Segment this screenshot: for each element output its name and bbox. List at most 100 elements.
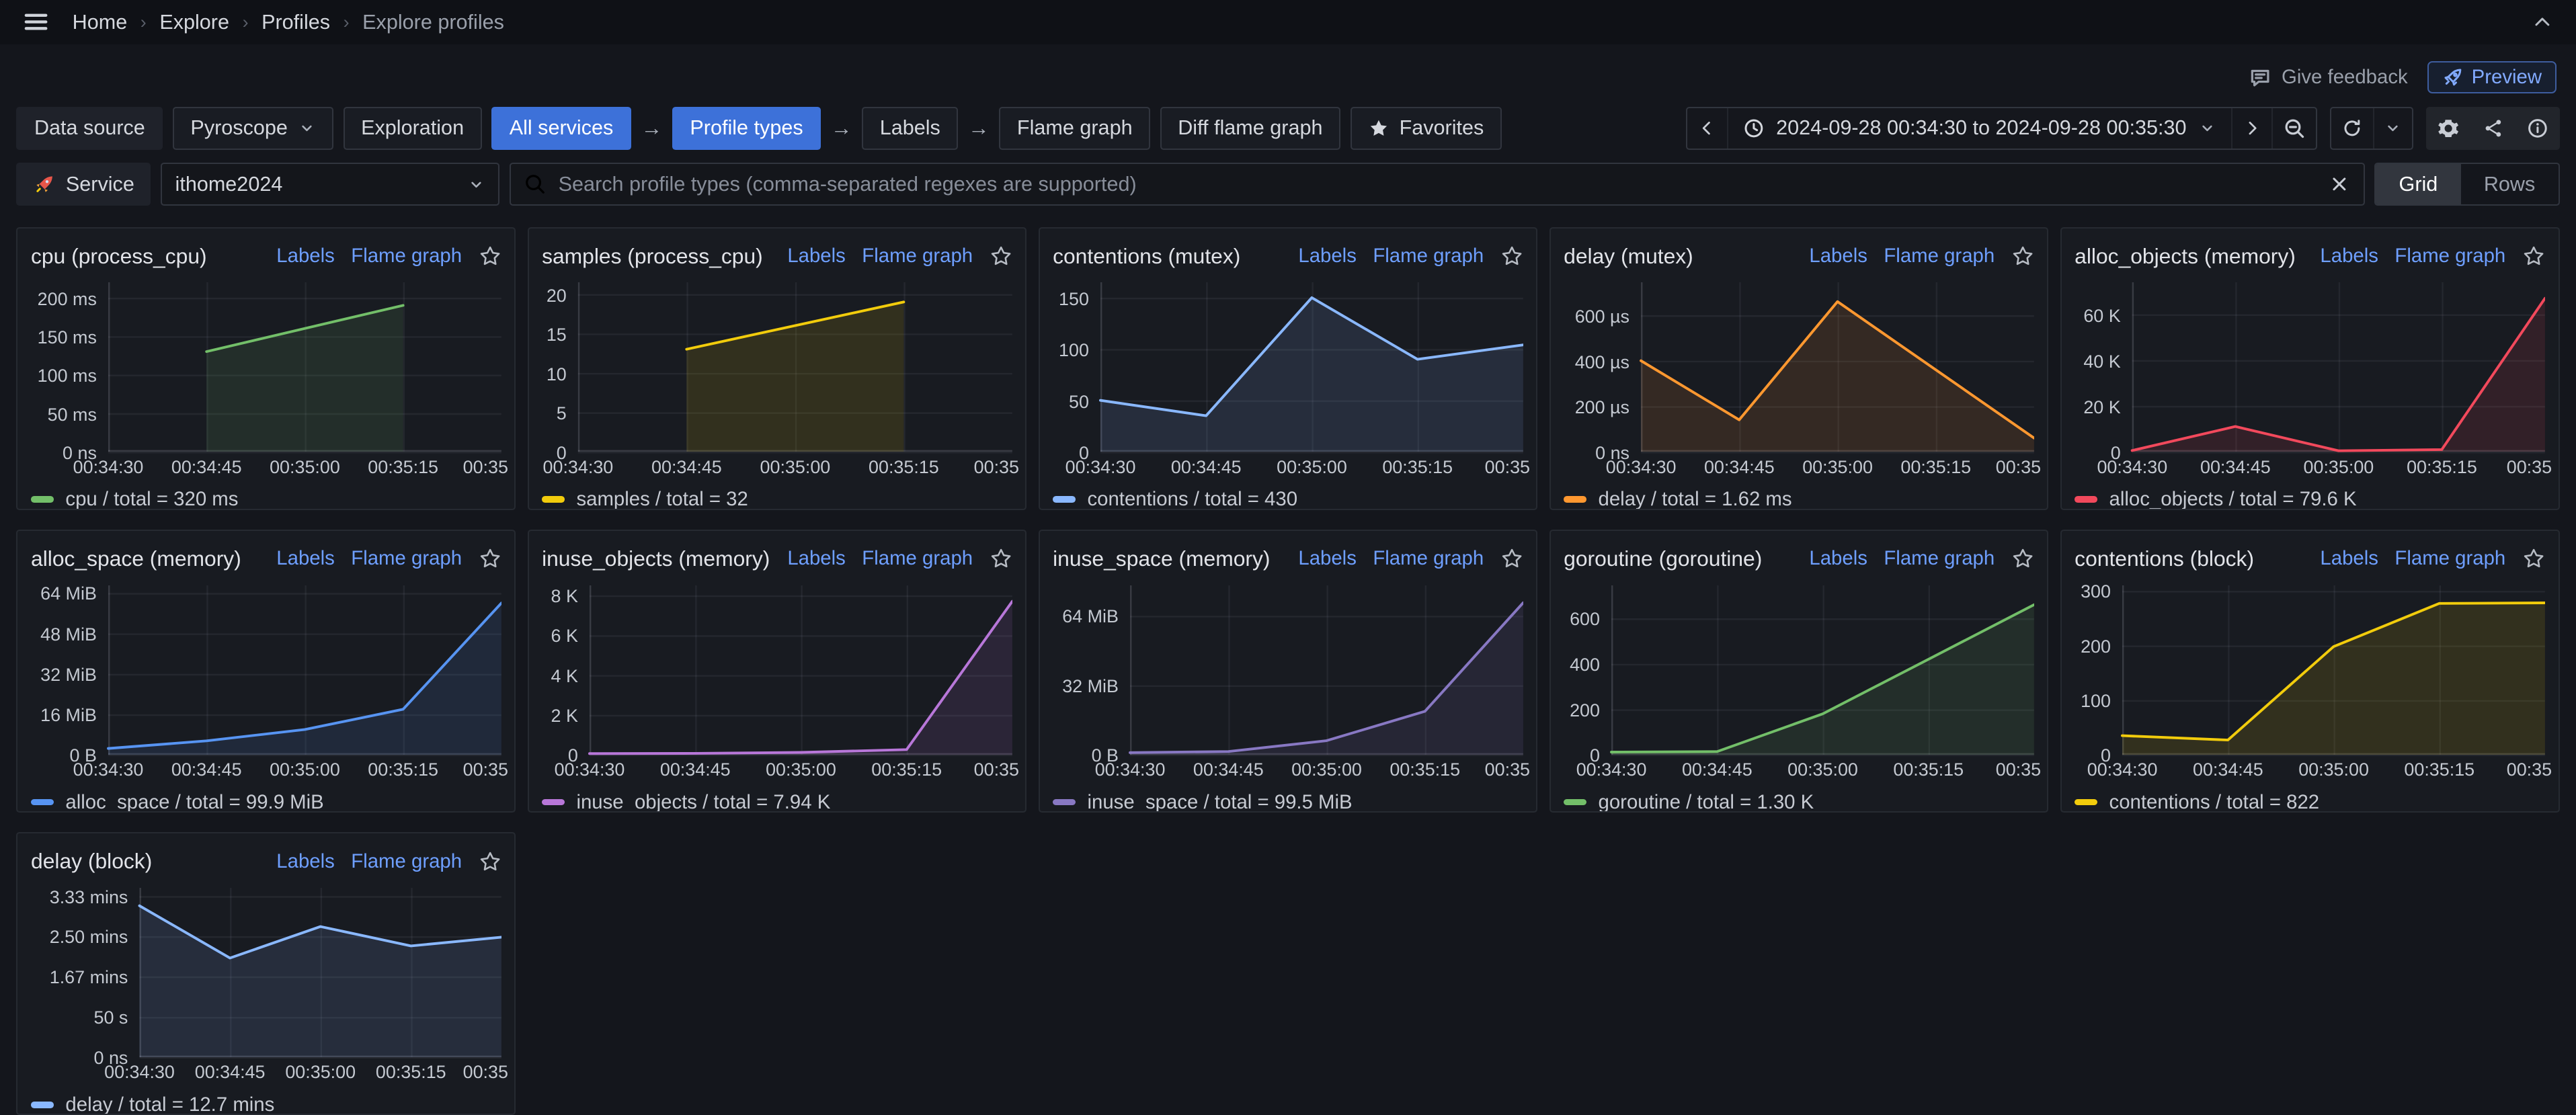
view-toggle-rows[interactable]: Rows xyxy=(2461,164,2559,204)
refresh-icon xyxy=(2341,118,2363,139)
chart-area[interactable]: 3.33 mins2.50 mins1.67 mins50 s0 ns xyxy=(31,888,501,1059)
breadcrumb-separator: › xyxy=(344,12,350,33)
labels-link[interactable]: Labels xyxy=(787,245,846,267)
legend-item[interactable]: delay / total = 12.7 mins xyxy=(31,1091,501,1115)
legend-item[interactable]: alloc_space / total = 99.9 MiB xyxy=(31,789,501,813)
favorites-button[interactable]: Favorites xyxy=(1351,107,1502,150)
labels-link[interactable]: Labels xyxy=(1298,245,1357,267)
legend-item[interactable]: alloc_objects / total = 79.6 K xyxy=(2075,487,2545,510)
y-tick-label: 150 ms xyxy=(31,327,97,348)
favorite-star-icon[interactable] xyxy=(2011,245,2034,267)
toolbar-tab-profile-types[interactable]: Profile types xyxy=(672,107,821,150)
toolbar-tab-exploration[interactable]: Exploration xyxy=(344,107,482,150)
time-shift-back-button[interactable] xyxy=(1687,108,1728,149)
profile-search-input[interactable] xyxy=(559,173,2317,196)
favorite-star-icon[interactable] xyxy=(479,850,501,873)
labels-link[interactable]: Labels xyxy=(1809,245,1867,267)
flame-graph-link[interactable]: Flame graph xyxy=(351,547,462,570)
legend-item[interactable]: goroutine / total = 1.30 K xyxy=(1564,789,2034,813)
legend-item[interactable]: inuse_objects / total = 7.94 K xyxy=(542,789,1012,813)
breadcrumb-item[interactable]: Profiles xyxy=(261,11,330,34)
zoom-out-button[interactable] xyxy=(2273,108,2316,149)
legend-item[interactable]: samples / total = 32 xyxy=(542,487,1012,510)
breadcrumb-item[interactable]: Home xyxy=(73,11,128,34)
legend-item[interactable]: delay / total = 1.62 ms xyxy=(1564,487,2034,510)
x-tick-label: 00:35:00 xyxy=(270,759,340,780)
labels-link[interactable]: Labels xyxy=(2320,245,2378,267)
flame-graph-link[interactable]: Flame graph xyxy=(1373,245,1484,267)
legend-item[interactable]: contentions / total = 822 xyxy=(2075,789,2545,813)
favorite-star-icon[interactable] xyxy=(1500,245,1523,267)
flame-graph-link[interactable]: Flame graph xyxy=(2394,245,2505,267)
labels-link[interactable]: Labels xyxy=(2320,547,2378,570)
legend-label: delay / total = 1.62 ms xyxy=(1599,488,1792,509)
chart-area[interactable]: 200 ms150 ms100 ms50 ms0 ns xyxy=(31,282,501,453)
settings-button[interactable] xyxy=(2426,107,2470,150)
app-root: Home›Explore›Profiles›Explore profiles G… xyxy=(0,0,2576,1115)
chart-area[interactable]: 20151050 xyxy=(542,282,1012,453)
refresh-button[interactable] xyxy=(2331,108,2374,149)
chart-area[interactable]: 6004002000 xyxy=(1564,585,2034,756)
info-button[interactable] xyxy=(2515,107,2559,150)
chart-area[interactable]: 64 MiB32 MiB0 B xyxy=(1053,585,1523,756)
preview-badge[interactable]: Preview xyxy=(2427,61,2557,93)
flame-graph-link[interactable]: Flame graph xyxy=(1884,245,1995,267)
x-tick-label: 00:34:45 xyxy=(2200,457,2271,478)
flame-graph-link[interactable]: Flame graph xyxy=(862,547,973,570)
service-select[interactable]: ithome2024 xyxy=(161,163,499,206)
clear-search-icon[interactable] xyxy=(2329,173,2350,195)
favorite-star-icon[interactable] xyxy=(479,547,501,570)
breadcrumb-item[interactable]: Explore xyxy=(159,11,229,34)
flame-graph-link[interactable]: Flame graph xyxy=(351,245,462,267)
favorite-star-icon[interactable] xyxy=(2522,245,2545,267)
give-feedback-link[interactable]: Give feedback xyxy=(2249,66,2408,89)
give-feedback-label: Give feedback xyxy=(2282,66,2408,89)
toolbar-tab-diff-flame-graph[interactable]: Diff flame graph xyxy=(1160,107,1340,150)
panel-title: contentions (mutex) xyxy=(1053,244,1240,269)
chart-area[interactable]: 600 µs400 µs200 µs0 ns xyxy=(1564,282,2034,453)
time-range-picker[interactable]: 2024-09-28 00:34:30 to 2024-09-28 00:35:… xyxy=(1728,108,2232,149)
data-source-value: Pyroscope xyxy=(190,116,287,140)
favorite-star-icon[interactable] xyxy=(2011,547,2034,570)
chevron-up-icon[interactable] xyxy=(2532,11,2553,33)
labels-link[interactable]: Labels xyxy=(276,245,335,267)
time-shift-forward-button[interactable] xyxy=(2232,108,2273,149)
flame-graph-link[interactable]: Flame graph xyxy=(862,245,973,267)
chart-area[interactable]: 3002001000 xyxy=(2075,585,2545,756)
toolbar-tab-labels[interactable]: Labels xyxy=(862,107,958,150)
chart-svg xyxy=(2075,282,2545,453)
view-toggle-grid[interactable]: Grid xyxy=(2376,164,2460,204)
labels-link[interactable]: Labels xyxy=(787,547,846,570)
flame-graph-link[interactable]: Flame graph xyxy=(1884,547,1995,570)
labels-link[interactable]: Labels xyxy=(1298,547,1357,570)
toolbar-tab-all-services[interactable]: All services xyxy=(491,107,631,150)
chart-area[interactable]: 8 K6 K4 K2 K0 xyxy=(542,585,1012,756)
flame-graph-link[interactable]: Flame graph xyxy=(2394,547,2505,570)
labels-link[interactable]: Labels xyxy=(276,547,335,570)
flame-graph-link[interactable]: Flame graph xyxy=(351,850,462,873)
share-button[interactable] xyxy=(2470,107,2515,150)
chart-area[interactable]: 60 K40 K20 K0 xyxy=(2075,282,2545,453)
legend-item[interactable]: inuse_space / total = 99.5 MiB xyxy=(1053,789,1523,813)
y-tick-label: 4 K xyxy=(542,666,578,687)
favorite-star-icon[interactable] xyxy=(1500,547,1523,570)
data-source-select[interactable]: Pyroscope xyxy=(173,107,333,150)
favorite-star-icon[interactable] xyxy=(479,245,501,267)
legend-item[interactable]: cpu / total = 320 ms xyxy=(31,487,501,510)
labels-link[interactable]: Labels xyxy=(276,850,335,873)
panel-title: inuse_space (memory) xyxy=(1053,546,1270,571)
flame-graph-link[interactable]: Flame graph xyxy=(1373,547,1484,570)
chart-area[interactable]: 150100500 xyxy=(1053,282,1523,453)
legend-item[interactable]: contentions / total = 430 xyxy=(1053,487,1523,510)
favorite-star-icon[interactable] xyxy=(2522,547,2545,570)
favorite-star-icon[interactable] xyxy=(990,547,1012,570)
x-tick-label: 00:34:30 xyxy=(543,457,614,478)
refresh-interval-dropdown[interactable] xyxy=(2374,108,2412,149)
labels-link[interactable]: Labels xyxy=(1809,547,1867,570)
chart-area[interactable]: 64 MiB48 MiB32 MiB16 MiB0 B xyxy=(31,585,501,756)
arrow-right-icon: → xyxy=(968,116,990,140)
menu-icon[interactable] xyxy=(23,9,49,35)
x-tick-label: 00:35:00 xyxy=(2304,457,2374,478)
toolbar-tab-flame-graph[interactable]: Flame graph xyxy=(999,107,1150,150)
favorite-star-icon[interactable] xyxy=(990,245,1012,267)
